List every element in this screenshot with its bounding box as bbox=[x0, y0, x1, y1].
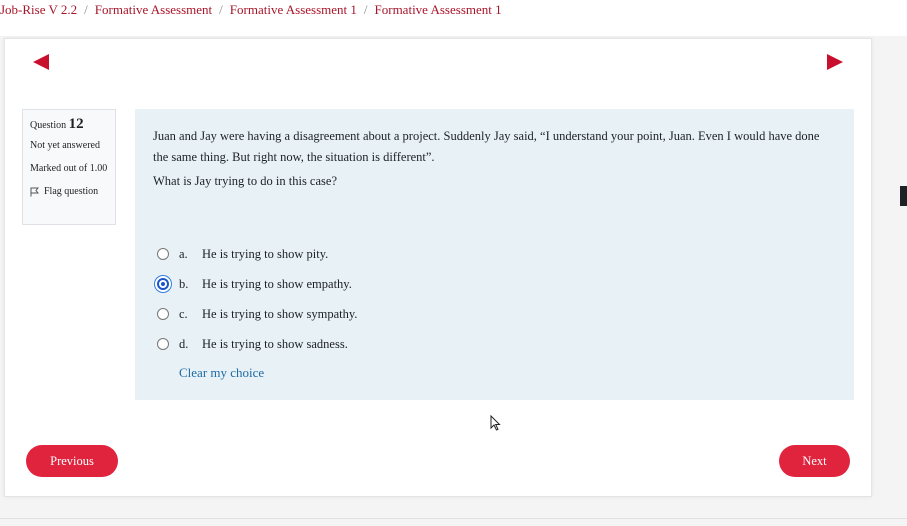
previous-arrow-icon[interactable] bbox=[33, 54, 49, 70]
breadcrumb-separator: / bbox=[363, 2, 368, 17]
radio-button-b[interactable] bbox=[157, 278, 169, 290]
answer-letter: a. bbox=[179, 246, 188, 261]
next-arrow-icon[interactable] bbox=[827, 54, 843, 70]
page-divider bbox=[0, 518, 907, 519]
question-grade: Marked out of 1.00 bbox=[30, 163, 108, 174]
answer-text: He is trying to show pity. bbox=[202, 246, 329, 261]
answer-text: He is trying to show empathy. bbox=[202, 276, 352, 291]
answer-option-b[interactable]: b. He is trying to show empathy. bbox=[157, 269, 357, 299]
answer-text: He is trying to show sadness. bbox=[202, 336, 348, 351]
question-prompt: What is Jay trying to do in this case? bbox=[153, 174, 337, 188]
question-state: Not yet answered bbox=[30, 140, 100, 151]
clear-choice-link[interactable]: Clear my choice bbox=[179, 365, 264, 381]
answer-text: He is trying to show sympathy. bbox=[202, 306, 358, 321]
next-button[interactable]: Next bbox=[779, 445, 850, 477]
flag-question-label: Flag question bbox=[44, 186, 99, 197]
quiz-card: Question 12 Not yet answered Marked out … bbox=[4, 38, 872, 497]
breadcrumb: Job-Rise V 2.2 / Formative Assessment / Form… bbox=[0, 2, 502, 18]
answer-option-c[interactable]: c. He is trying to show sympathy. bbox=[157, 299, 357, 329]
breadcrumb-separator: / bbox=[84, 2, 88, 17]
radio-button-a[interactable] bbox=[157, 248, 169, 260]
question-box: Juan and Jay were having a disagreement … bbox=[135, 109, 854, 400]
previous-button[interactable]: Previous bbox=[26, 445, 118, 477]
breadcrumb-item-current[interactable]: Formative Assessment 1 bbox=[375, 2, 502, 17]
answer-option-a[interactable]: a. He is trying to show pity. bbox=[157, 239, 357, 269]
breadcrumb-separator: / bbox=[219, 2, 223, 17]
breadcrumb-item-section[interactable]: Formative Assessment bbox=[95, 2, 212, 17]
answer-option-d[interactable]: d. He is trying to show sadness. bbox=[157, 329, 357, 359]
answer-letter: d. bbox=[179, 336, 189, 351]
question-text: Juan and Jay were having a disagreement … bbox=[153, 129, 820, 164]
radio-button-d[interactable] bbox=[157, 338, 169, 350]
mouse-cursor-icon bbox=[490, 415, 501, 431]
question-info-panel: Question 12 Not yet answered Marked out … bbox=[22, 109, 116, 225]
flag-icon bbox=[30, 187, 39, 197]
window-edge bbox=[900, 186, 907, 206]
breadcrumb-item-quiz[interactable]: Formative Assessment 1 bbox=[230, 2, 357, 17]
breadcrumb-item-course[interactable]: Job-Rise V 2.2 bbox=[0, 2, 77, 17]
answer-letter: b. bbox=[179, 276, 189, 291]
radio-button-c[interactable] bbox=[157, 308, 169, 320]
answer-letter: c. bbox=[179, 306, 188, 321]
question-number-value: 12 bbox=[68, 116, 84, 132]
flag-question-link[interactable]: Flag question bbox=[30, 185, 108, 199]
question-number: Question 12 bbox=[30, 117, 108, 133]
answer-list: a. He is trying to show pity. b. He is t… bbox=[157, 239, 357, 359]
question-label: Question bbox=[30, 120, 67, 131]
